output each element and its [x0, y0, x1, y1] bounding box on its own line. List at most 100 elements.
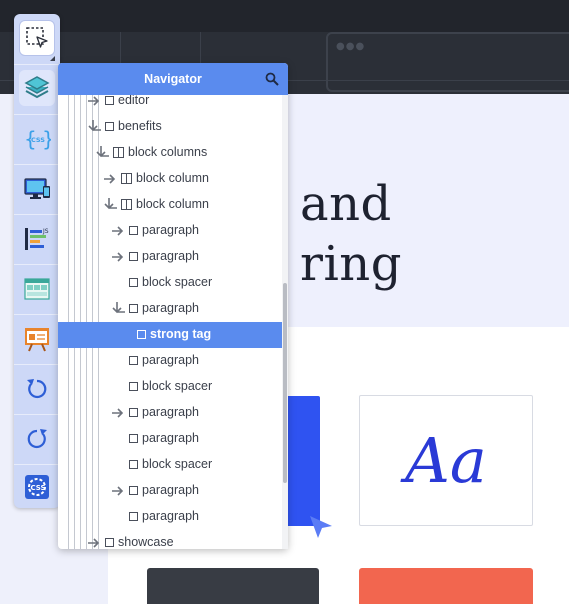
tool-submenu-indicator	[50, 56, 55, 61]
element-box-icon	[105, 96, 114, 105]
tree-row-benefits[interactable]: benefits	[58, 114, 283, 140]
navigator-tree: editor benefits block columns block column b…	[58, 95, 283, 549]
columns-icon	[121, 199, 132, 210]
tree-row-label: showcase	[118, 535, 174, 549]
expanded-arrow-icon[interactable]	[103, 197, 119, 213]
element-box-icon	[129, 382, 138, 391]
tree-row-paragraph[interactable]: paragraph	[58, 244, 283, 270]
tree-row-block-column[interactable]: block column	[58, 166, 283, 192]
presentation-board-icon	[25, 328, 49, 352]
editor-top-bar	[0, 0, 569, 32]
collapsed-arrow-icon[interactable]	[87, 95, 103, 109]
typography-card[interactable]: Aa	[359, 395, 533, 526]
element-box-icon	[129, 278, 138, 287]
coral-card[interactable]	[359, 568, 533, 604]
tree-row-editor[interactable]: editor	[58, 95, 283, 114]
tree-row-label: paragraph	[142, 223, 199, 237]
element-box-icon	[129, 512, 138, 521]
tree-row-block-column[interactable]: block column	[58, 192, 283, 218]
tree-row-paragraph[interactable]: paragraph	[58, 218, 283, 244]
hero-heading-line-1: and	[300, 176, 392, 232]
element-box-icon	[129, 434, 138, 443]
tree-row-block-columns[interactable]: block columns	[58, 140, 283, 166]
tree-row-paragraph[interactable]: paragraph	[58, 504, 283, 530]
navigator-scrollbar-thumb[interactable]	[283, 283, 287, 483]
toolbar-divider	[14, 314, 60, 315]
navigator-header: Navigator	[58, 63, 288, 95]
collapsed-arrow-icon[interactable]	[111, 483, 127, 499]
tool-layers[interactable]	[19, 70, 55, 106]
layout-grid-icon	[24, 278, 50, 300]
expanded-arrow-icon[interactable]	[87, 119, 103, 135]
select-dashed-cursor-icon	[26, 27, 48, 48]
tree-row-block-spacer[interactable]: block spacer	[58, 270, 283, 296]
element-box-icon	[129, 226, 138, 235]
element-box-icon	[105, 538, 114, 547]
collapsed-arrow-icon[interactable]	[111, 223, 127, 239]
tree-row-showcase[interactable]: showcase	[58, 530, 283, 549]
components-list-icon: JS	[25, 228, 49, 250]
element-box-icon	[129, 252, 138, 261]
search-icon[interactable]	[265, 72, 279, 86]
tree-row-paragraph[interactable]: paragraph	[58, 296, 283, 322]
tool-undo[interactable]	[19, 371, 55, 407]
tool-components[interactable]: JS	[19, 221, 55, 257]
tree-row-paragraph[interactable]: paragraph	[58, 400, 283, 426]
tree-row-label: paragraph	[142, 431, 199, 445]
collapsed-arrow-icon[interactable]	[111, 249, 127, 265]
expanded-arrow-icon[interactable]	[111, 301, 127, 317]
element-box-icon	[129, 356, 138, 365]
editor-toolbar: { } CSS JS	[14, 14, 60, 508]
redo-icon	[27, 429, 47, 449]
tool-responsive[interactable]	[19, 171, 55, 207]
collapsed-arrow-icon[interactable]	[103, 171, 119, 187]
tree-row-label: block column	[136, 171, 209, 185]
tool-css[interactable]: { } CSS	[19, 121, 55, 157]
tree-row-label: block spacer	[142, 275, 213, 289]
tool-css-settings[interactable]: CSS	[19, 469, 55, 505]
mock-window-dots: ●●●	[336, 41, 366, 52]
type-specimen-text: Aa	[405, 424, 487, 497]
element-box-icon	[105, 122, 114, 131]
element-box-icon	[129, 460, 138, 469]
svg-text:CSS: CSS	[31, 136, 45, 144]
dark-card[interactable]	[147, 568, 319, 604]
navigator-panel: Navigator editor benefits block columns blo…	[58, 63, 288, 549]
collapsed-arrow-icon[interactable]	[87, 535, 103, 549]
undo-icon	[27, 379, 47, 399]
tree-row-label: block column	[136, 197, 209, 211]
tool-redo[interactable]	[19, 421, 55, 457]
tree-row-paragraph[interactable]: paragraph	[58, 478, 283, 504]
devices-icon	[24, 178, 50, 199]
element-box-icon	[129, 304, 138, 313]
tree-row-label: paragraph	[142, 509, 199, 523]
css-braces-icon: { } CSS	[24, 127, 51, 151]
toolbar-divider	[14, 414, 60, 415]
tree-row-paragraph[interactable]: paragraph	[58, 426, 283, 452]
toolbar-divider	[14, 164, 60, 165]
columns-icon	[121, 173, 132, 184]
collapsed-arrow-icon[interactable]	[111, 405, 127, 421]
tool-select-element[interactable]	[19, 20, 55, 56]
tree-row-label: paragraph	[142, 353, 199, 367]
tree-row-label: block spacer	[142, 457, 213, 471]
tree-row-label: paragraph	[142, 249, 199, 263]
navigator-title: Navigator	[144, 72, 202, 86]
columns-icon	[113, 147, 124, 158]
element-box-icon	[129, 408, 138, 417]
tree-row-label: paragraph	[142, 301, 199, 315]
tree-row-label: editor	[118, 95, 150, 107]
tree-row-block-spacer[interactable]: block spacer	[58, 374, 283, 400]
tree-row-paragraph[interactable]: paragraph	[58, 348, 283, 374]
svg-text:JS: JS	[42, 228, 49, 235]
tree-row-label: benefits	[118, 119, 162, 133]
tree-row-block-spacer[interactable]: block spacer	[58, 452, 283, 478]
element-box-icon	[137, 330, 146, 339]
svg-text:CSS: CSS	[31, 484, 46, 492]
tool-presentation[interactable]	[19, 321, 55, 357]
tree-row-strong-tag[interactable]: strong tag	[58, 322, 283, 348]
tree-row-label: paragraph	[142, 405, 199, 419]
toolbar-divider	[14, 64, 60, 65]
expanded-arrow-icon[interactable]	[95, 145, 111, 161]
tool-layout[interactable]	[19, 271, 55, 307]
